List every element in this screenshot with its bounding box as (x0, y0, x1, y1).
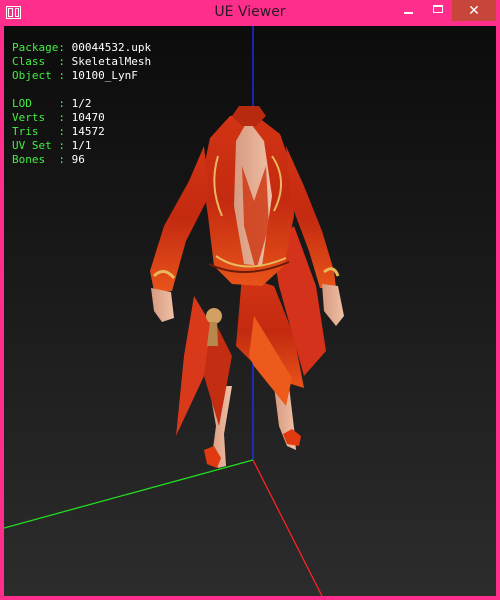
info-label: Verts : (12, 111, 65, 124)
app-window: UE Viewer ✕ Package: 00044532.upk Class … (0, 0, 500, 600)
info-label: UV Set : (12, 139, 65, 152)
close-button[interactable]: ✕ (452, 0, 496, 21)
info-value: 1/2 (71, 97, 92, 110)
info-row-bones: Bones : 96 (12, 153, 151, 167)
info-label: Package: (12, 41, 65, 54)
3d-viewport[interactable]: Package: 00044532.upk Class : SkeletalMe… (4, 26, 496, 596)
info-row-package: Package: 00044532.upk (12, 41, 151, 55)
info-row-verts: Verts : 10470 (12, 111, 151, 125)
info-label: LOD : (12, 97, 65, 110)
info-label: Class : (12, 55, 65, 68)
info-row-class: Class : SkeletalMesh (12, 55, 151, 69)
info-row-object: Object : 10100_LynF (12, 69, 151, 83)
info-row-uvset: UV Set : 1/1 (12, 139, 151, 153)
info-value: 00044532.upk (71, 41, 152, 54)
minimize-button[interactable] (392, 0, 426, 21)
maximize-button[interactable] (426, 0, 452, 21)
info-label: Object : (12, 69, 65, 82)
info-label: Bones : (12, 153, 65, 166)
info-value: SkeletalMesh (71, 55, 152, 68)
info-label: Tris : (12, 125, 65, 138)
info-value: 10470 (71, 111, 105, 124)
info-value: 10100_LynF (71, 69, 138, 82)
info-value: 1/1 (71, 139, 92, 152)
title-bar[interactable]: UE Viewer ✕ (0, 0, 500, 26)
mesh-info-overlay: Package: 00044532.upk Class : SkeletalMe… (12, 41, 151, 167)
info-row-lod: LOD : 1/2 (12, 97, 151, 111)
close-icon: ✕ (468, 3, 480, 19)
info-value: 14572 (71, 125, 105, 138)
info-row-tris: Tris : 14572 (12, 125, 151, 139)
info-value: 96 (71, 153, 85, 166)
